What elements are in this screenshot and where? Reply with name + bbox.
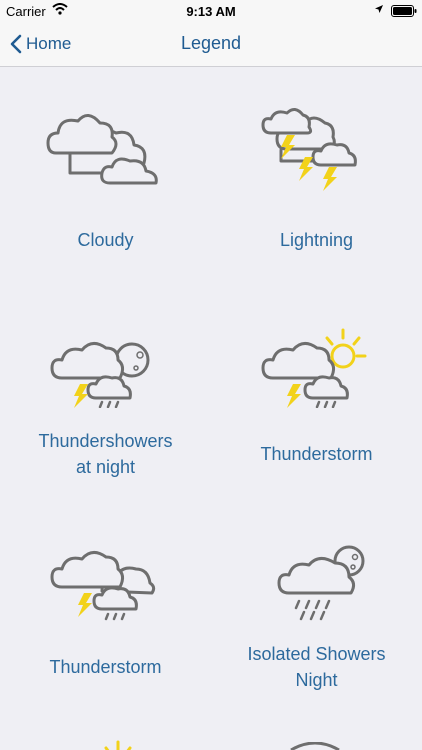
legend-label: Lightning bbox=[279, 230, 354, 250]
location-arrow-icon bbox=[375, 5, 383, 13]
navigation-bar: Home Legend bbox=[0, 22, 422, 67]
status-bar: Carrier 9:13 AM bbox=[0, 0, 422, 22]
battery-icon bbox=[391, 5, 417, 17]
legend-tile-thunderstorm[interactable]: Thunderstorm bbox=[0, 493, 211, 706]
thunderstorm-sun-icon bbox=[261, 328, 367, 408]
legend-tile-partial-sun[interactable] bbox=[0, 706, 211, 750]
thundershowers-night-icon bbox=[50, 342, 150, 408]
sun-icon bbox=[104, 740, 132, 750]
legend-tile-partial-moon[interactable] bbox=[211, 706, 422, 750]
lightning-icon bbox=[261, 108, 357, 191]
legend-label: Thunderstorm bbox=[260, 444, 373, 464]
legend-label: Cloudy bbox=[77, 230, 134, 250]
legend-label: Thunderstorm bbox=[49, 657, 162, 677]
legend-tile-lightning[interactable]: Lightning bbox=[211, 67, 422, 280]
legend-label: Isolated Showers Night bbox=[247, 644, 386, 690]
legend-label: Thundershowers at night bbox=[38, 431, 173, 477]
status-time: 9:13 AM bbox=[186, 4, 236, 19]
cloudy-icon bbox=[46, 114, 158, 185]
legend-tile-isolated-showers-night[interactable]: Isolated Showers Night bbox=[211, 493, 422, 706]
legend-tile-thunderstorm-sun[interactable]: Thunderstorm bbox=[211, 280, 422, 493]
moon-icon bbox=[290, 742, 340, 750]
isolated-showers-night-icon bbox=[277, 545, 365, 621]
page-title: Legend bbox=[180, 33, 242, 53]
thunderstorm-icon bbox=[50, 551, 156, 621]
legend-tile-cloudy[interactable]: Cloudy bbox=[0, 67, 211, 280]
legend-tile-thundershowers-night[interactable]: Thundershowers at night bbox=[0, 280, 211, 493]
